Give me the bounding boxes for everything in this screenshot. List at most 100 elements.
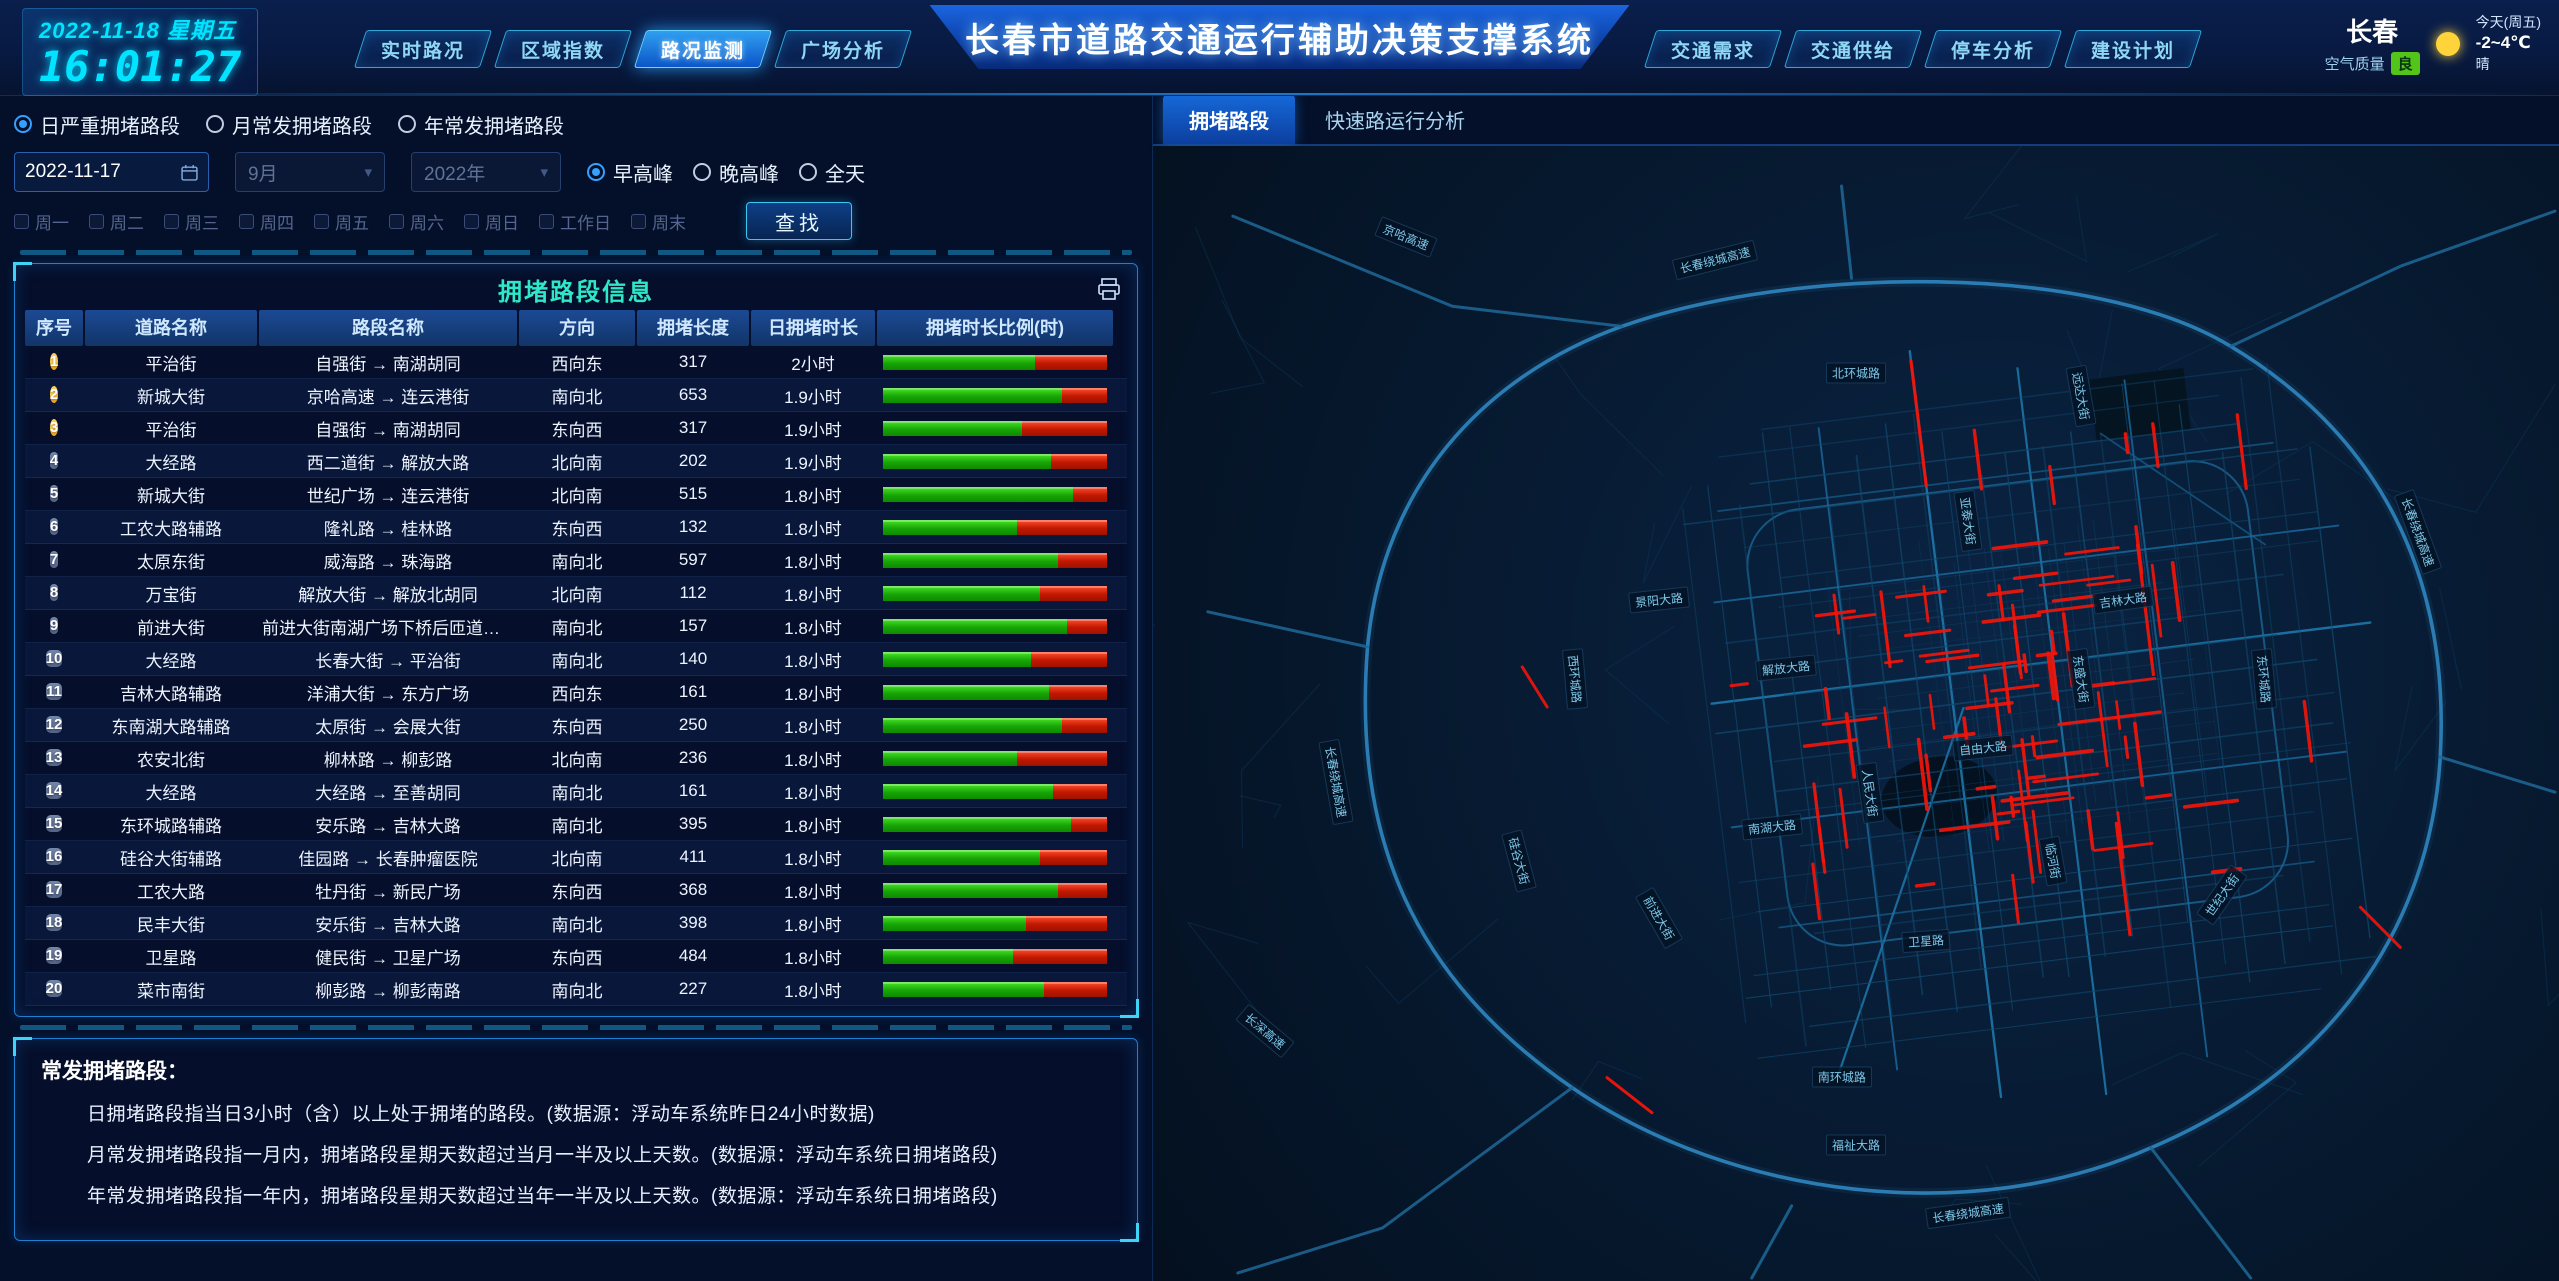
radio-option[interactable]: 早高峰 (587, 158, 673, 187)
rank-badge: 9 (50, 617, 58, 634)
radio-dot (587, 163, 605, 181)
congestion-length-cell: 515 (637, 484, 749, 504)
duration-ratio-cell (877, 454, 1113, 469)
congestion-length-cell: 112 (637, 583, 749, 603)
radio-option[interactable]: 月常发拥堵路段 (206, 110, 372, 139)
ratio-green-segment (883, 520, 1017, 535)
duration-ratio-bar (883, 916, 1107, 931)
road-name-cell: 民丰大街 (85, 911, 257, 936)
radio-option[interactable]: 年常发拥堵路段 (398, 110, 564, 139)
rank-badge: 4 (50, 452, 58, 469)
duration-ratio-cell (877, 916, 1113, 931)
direction-cell: 北向南 (519, 581, 635, 606)
daily-duration-cell: 1.8小时 (751, 812, 875, 837)
table-row[interactable]: 2新城大街京哈高速 → 连云港街南向北6531.9小时 (25, 379, 1127, 412)
checkbox-box (239, 214, 254, 229)
note-line: 年常发拥堵路段指一年内，拥堵路段星期天数超过当年一半及以上天数。(数据源：浮动车… (87, 1181, 1111, 1208)
print-icon[interactable] (1097, 277, 1121, 306)
table-row[interactable]: 13农安北街柳林路 → 柳彭路北向南2361.8小时 (25, 742, 1127, 775)
duration-ratio-bar (883, 487, 1107, 502)
table-row[interactable]: 9前进大街前进大街南湖广场下桥后匝道出口 → …南向北1571.8小时 (25, 610, 1127, 643)
nav-button[interactable]: 交通供给 (1790, 30, 1916, 68)
date-input[interactable]: 2022-11-17 (14, 152, 209, 192)
nav-button[interactable]: 广场分析 (780, 30, 906, 68)
notes-lines: 日拥堵路段指当日3小时（含）以上处于拥堵的路段。(数据源：浮动车系统昨日24小时… (41, 1099, 1111, 1208)
table-row[interactable]: 19卫星路健民街 → 卫星广场东向西4841.8小时 (25, 940, 1127, 973)
congestion-length-cell: 157 (637, 616, 749, 636)
rank-cell: 20 (25, 977, 83, 1001)
daily-duration-cell: 1.8小时 (751, 482, 875, 507)
month-select-value: 9月 (248, 159, 278, 186)
nav-button[interactable]: 建设计划 (2070, 30, 2196, 68)
checkbox-label: 周日 (485, 209, 519, 234)
current-weekday: 星期五 (167, 18, 236, 43)
table-row[interactable]: 17工农大路牡丹街 → 新民广场东向西3681.8小时 (25, 874, 1127, 907)
ratio-green-segment (883, 355, 1035, 370)
daily-duration-cell: 1.8小时 (751, 713, 875, 738)
nav-button[interactable]: 停车分析 (1930, 30, 2056, 68)
table-row[interactable]: 5新城大街世纪广场 → 连云港街北向南5151.8小时 (25, 478, 1127, 511)
road-name-cell: 菜市南街 (85, 977, 257, 1002)
radio-option[interactable]: 全天 (799, 158, 865, 187)
road-name-cell: 工农大路 (85, 878, 257, 903)
map-road-label: 远达大街 (2065, 364, 2096, 427)
rank-badge: 17 (46, 881, 63, 898)
duration-ratio-cell (877, 619, 1113, 634)
table-row[interactable]: 10大经路长春大街 → 平治街南向北1401.8小时 (25, 643, 1127, 676)
map-tab[interactable]: 拥堵路段 (1163, 95, 1295, 144)
nav-button-label: 建设计划 (2091, 36, 2175, 63)
table-row[interactable]: 11吉林大路辅路洋浦大街 → 东方广场西向东1611.8小时 (25, 676, 1127, 709)
road-name-cell: 农安北街 (85, 746, 257, 771)
radio-option[interactable]: 日严重拥堵路段 (14, 110, 180, 139)
table-row[interactable]: 6工农大路辅路隆礼路 → 桂林路东向西1321.8小时 (25, 511, 1127, 544)
nav-button[interactable]: 实时路况 (360, 30, 486, 68)
duration-ratio-bar (883, 619, 1107, 634)
table-row[interactable]: 3平治街自强街 → 南湖胡同东向西3171.9小时 (25, 412, 1127, 445)
table-row[interactable]: 15东环城路辅路安乐路 → 吉林大路南向北3951.8小时 (25, 808, 1127, 841)
separator (20, 1025, 1132, 1030)
ratio-green-segment (883, 883, 1058, 898)
daily-duration-cell: 1.8小时 (751, 581, 875, 606)
map-road-label: 景阳大路 (1628, 586, 1690, 613)
duration-ratio-cell (877, 652, 1113, 667)
radio-dot (398, 115, 416, 133)
map-road-label: 自由大路 (1952, 734, 2014, 761)
radio-option[interactable]: 晚高峰 (693, 158, 779, 187)
rank-badge: 7 (50, 551, 58, 568)
duration-ratio-cell (877, 850, 1113, 865)
search-button[interactable]: 查找 (746, 202, 852, 240)
table-row[interactable]: 18民丰大街安乐街 → 吉林大路南向北3981.8小时 (25, 907, 1127, 940)
checkbox-label: 周三 (185, 209, 219, 234)
ratio-green-segment (883, 982, 1044, 997)
radio-label: 年常发拥堵路段 (424, 110, 564, 139)
map-road-label: 亚泰大街 (1954, 489, 1983, 551)
segment-name-cell: 安乐街 → 吉林大路 (259, 911, 517, 936)
nav-button[interactable]: 交通需求 (1650, 30, 1776, 68)
daily-duration-cell: 1.8小时 (751, 977, 875, 1002)
congestion-type-radios: 日严重拥堵路段月常发拥堵路段 年常发拥堵路段 (14, 106, 1138, 142)
map-area[interactable]: 长春绕城高速长春绕城高速长春绕城高速长春绕城高速京哈高速长深高速北环城路东环城路… (1153, 146, 2559, 1281)
ratio-red-segment (1040, 586, 1107, 601)
table-column-header: 日拥堵时长 (751, 310, 875, 346)
table-row[interactable]: 16硅谷大街辅路佳园路 → 长春肿瘤医院北向南4111.8小时 (25, 841, 1127, 874)
nav-button[interactable]: 路况监测 (640, 30, 766, 68)
map-road-label: 前进大街 (1635, 887, 1683, 949)
table-row[interactable]: 7太原东街威海路 → 珠海路南向北5971.8小时 (25, 544, 1127, 577)
chevron-down-icon: ▾ (540, 163, 548, 181)
table-row[interactable]: 4大经路西二道街 → 解放大路北向南2021.9小时 (25, 445, 1127, 478)
table-row[interactable]: 14大经路大经路 → 至善胡同南向北1611.8小时 (25, 775, 1127, 808)
table-row[interactable]: 1平治街自强街 → 南湖胡同西向东3172小时 (25, 346, 1127, 379)
road-name-cell: 前进大街 (85, 614, 257, 639)
nav-button[interactable]: 区域指数 (500, 30, 626, 68)
congestion-length-cell: 317 (637, 418, 749, 438)
map-tab[interactable]: 快速路运行分析 (1299, 95, 1491, 144)
weather-day: 今天(周五) (2476, 13, 2541, 32)
ratio-red-segment (1017, 751, 1107, 766)
table-row[interactable]: 8万宝街解放大街 → 解放北胡同北向南1121.8小时 (25, 577, 1127, 610)
checkbox-box (389, 214, 404, 229)
table-row[interactable]: 12东南湖大路辅路太原街 → 会展大街东向西2501.8小时 (25, 709, 1127, 742)
map-road-label: 吉林大路 (2092, 585, 2154, 614)
congestion-length-cell: 132 (637, 517, 749, 537)
table-row[interactable]: 20菜市南街柳彭路 → 柳彭南路南向北2271.8小时 (25, 973, 1127, 1006)
map-road-label: 南湖大路 (1741, 813, 1803, 840)
